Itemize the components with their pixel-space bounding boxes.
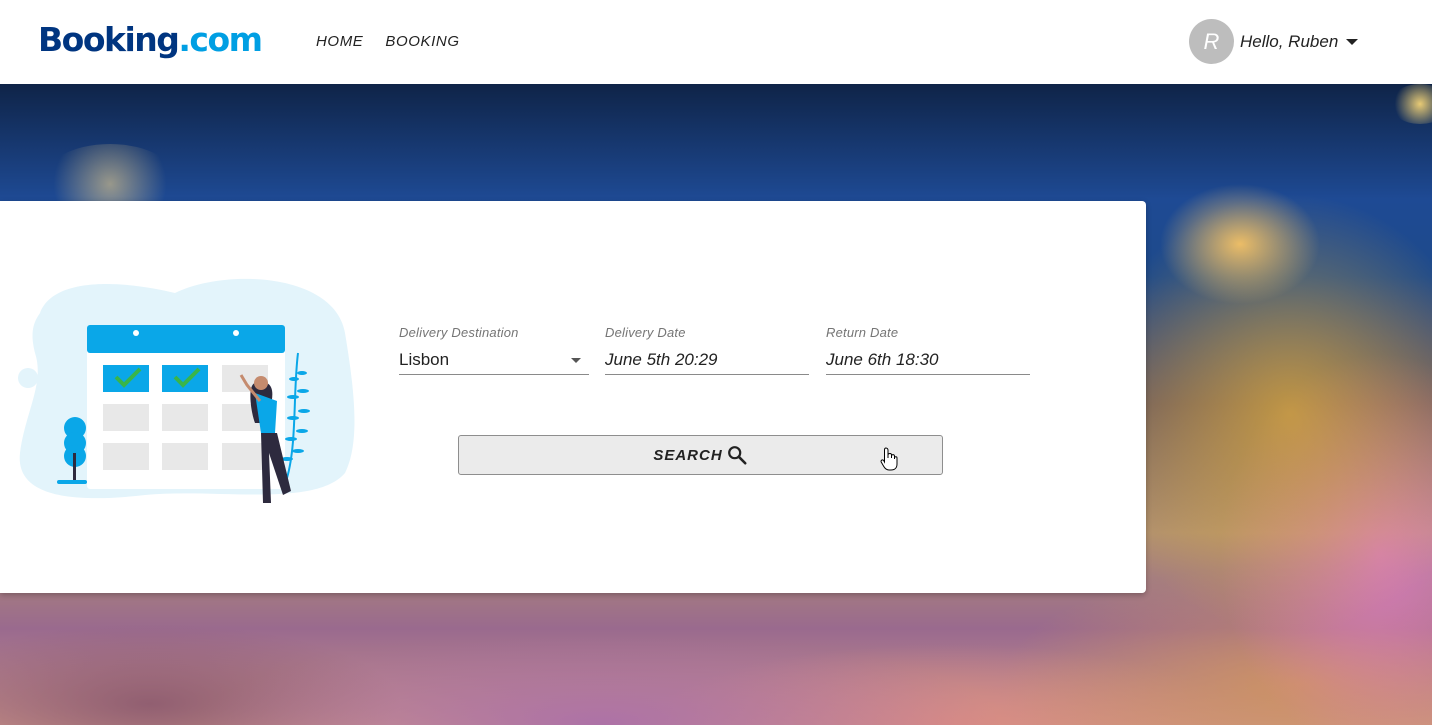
search-button-label: SEARCH — [653, 446, 723, 464]
destination-label: Delivery Destination — [399, 325, 519, 340]
logo-part-booking: Booking — [38, 20, 180, 59]
booking-logo[interactable]: Booking.com — [38, 20, 263, 60]
search-card: Delivery Destination Lisbon Delivery Dat… — [0, 201, 1146, 593]
logo-part-com: .com — [178, 20, 263, 59]
user-menu[interactable]: R Hello, Ruben — [1189, 19, 1359, 64]
delivery-date-label: Delivery Date — [605, 325, 686, 340]
return-date-field[interactable]: Return Date June 6th 18:30 — [826, 325, 1030, 375]
nav-booking-link[interactable]: BOOKING — [385, 33, 459, 50]
user-greeting[interactable]: Hello, Ruben — [1240, 32, 1338, 52]
destination-select[interactable]: Lisbon — [399, 349, 589, 375]
return-date-label: Return Date — [826, 325, 899, 340]
dropdown-arrow-icon[interactable] — [571, 358, 581, 363]
top-navbar: Booking.com HOME BOOKING R Hello, Ruben — [0, 0, 1432, 84]
destination-field[interactable]: Delivery Destination Lisbon — [399, 325, 589, 375]
return-date-input[interactable]: June 6th 18:30 — [826, 349, 1030, 375]
chevron-down-icon[interactable] — [1346, 38, 1359, 45]
nav-home-link[interactable]: HOME — [316, 33, 363, 50]
destination-value[interactable]: Lisbon — [399, 350, 449, 369]
search-icon — [727, 446, 747, 465]
search-button[interactable]: SEARCH — [458, 435, 943, 475]
main-nav: HOME BOOKING — [316, 33, 460, 50]
background-street-light — [1390, 84, 1432, 124]
calendar-illustration — [18, 278, 355, 503]
hand-cursor-icon — [880, 447, 898, 471]
delivery-date-input[interactable]: June 5th 20:29 — [605, 349, 809, 375]
delivery-date-field[interactable]: Delivery Date June 5th 20:29 — [605, 325, 809, 375]
avatar[interactable]: R — [1189, 19, 1234, 64]
